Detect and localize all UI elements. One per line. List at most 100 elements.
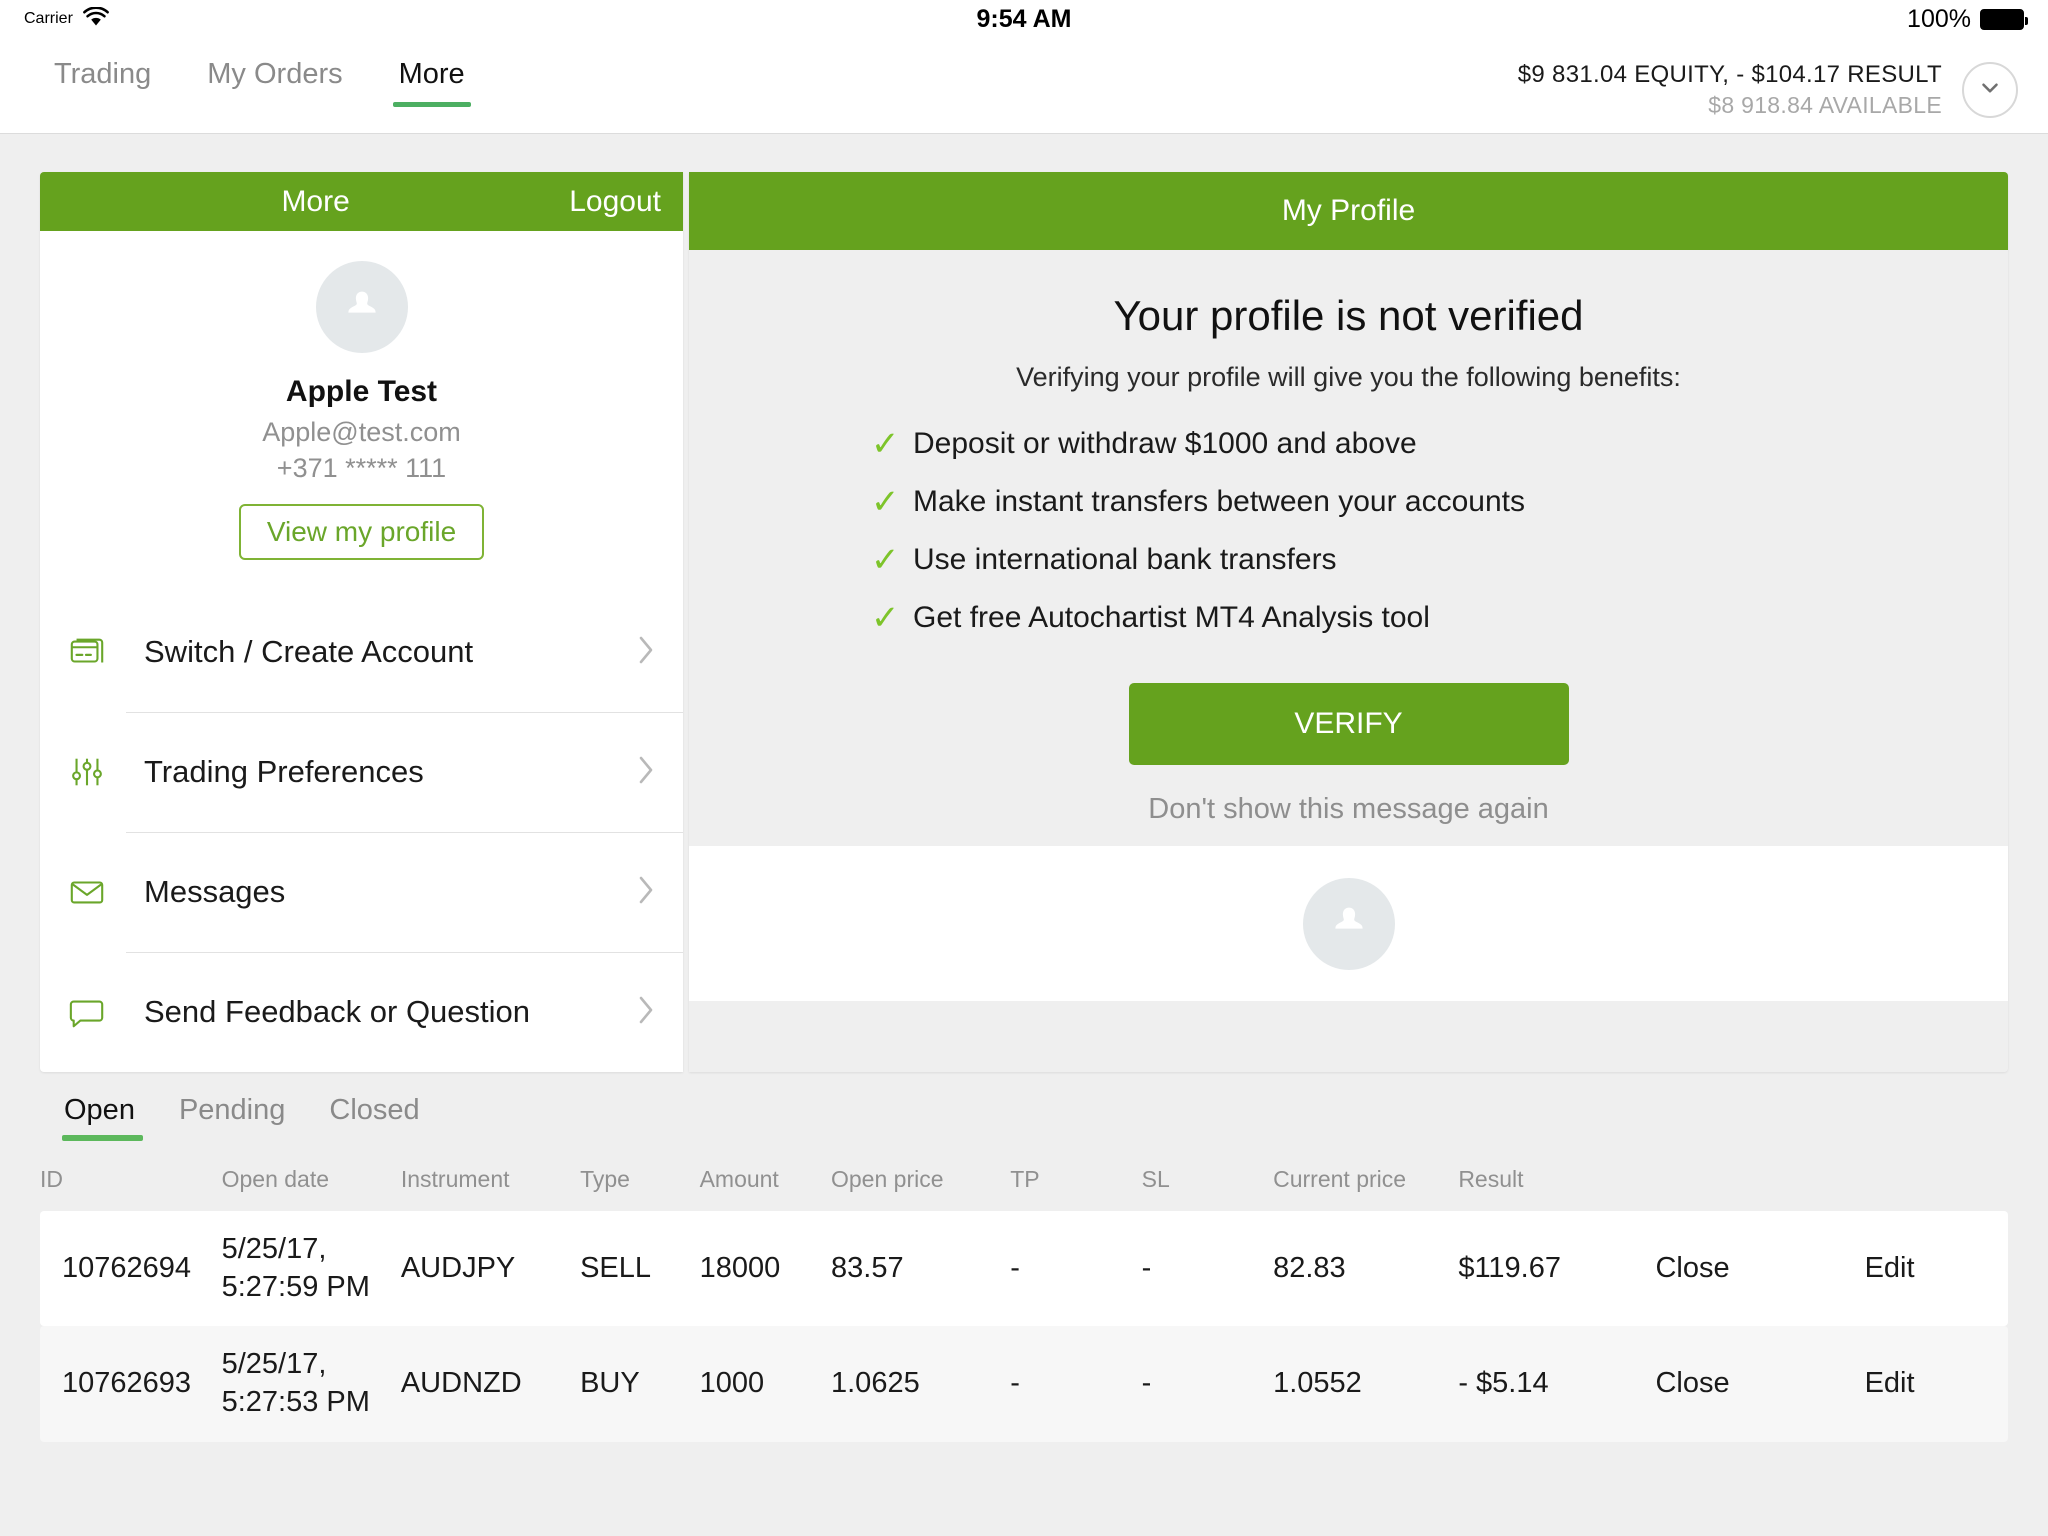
more-menu-panel: More Logout Apple Test Apple@test.com +3… — [40, 172, 683, 1072]
column-header-instrument: Instrument — [400, 1166, 510, 1193]
benefit-label: Deposit or withdraw $1000 and above — [913, 427, 1417, 460]
main-tab-list: Trading My Orders More — [26, 38, 493, 107]
cell-tp: - — [1010, 1210, 1142, 1327]
benefit-item: ✓ Deposit or withdraw $1000 and above — [871, 427, 2008, 461]
column-header-amount: Amount — [699, 1166, 779, 1193]
status-bar-left: Carrier — [24, 5, 109, 32]
close-order-button[interactable]: Close — [1655, 1326, 1865, 1442]
my-profile-header: My Profile — [689, 172, 2008, 250]
cell-result: - $5.14 — [1458, 1326, 1656, 1442]
profile-footer — [689, 846, 2008, 1001]
chevron-right-icon — [635, 873, 657, 912]
tab-my-orders[interactable]: My Orders — [179, 58, 370, 107]
ios-status-bar: Carrier 9:54 AM 100% — [0, 0, 2048, 38]
orders-table-head: ID Open date Instrument Type Amount Open… — [40, 1155, 2008, 1211]
more-panel-header: More Logout — [40, 172, 683, 231]
cell-open-date: 5/25/17, 5:27:53 PM — [221, 1326, 401, 1442]
benefits-list: ✓ Deposit or withdraw $1000 and above ✓ … — [689, 427, 2008, 659]
column-header-id: ID — [40, 1166, 63, 1193]
verification-subtitle: Verifying your profile will give you the… — [1016, 362, 1681, 392]
cell-type: BUY — [580, 1326, 700, 1442]
check-mark-icon: ✓ — [871, 599, 900, 637]
verify-action-area: VERIFY Don't show this message again — [689, 683, 2008, 826]
panels-row: More Logout Apple Test Apple@test.com +3… — [40, 172, 2008, 1072]
column-header-tp: TP — [1010, 1166, 1040, 1193]
profile-summary: Apple Test Apple@test.com +371 ***** 111… — [40, 231, 683, 578]
account-summary[interactable]: $9 831.04 EQUITY, - $104.17 RESULT $8 91… — [1518, 38, 2022, 120]
orders-table: ID Open date Instrument Type Amount Open… — [40, 1155, 2008, 1442]
menu-item-label: Switch / Create Account — [144, 634, 474, 669]
cell-result: $119.67 — [1458, 1210, 1656, 1327]
cell-id: 10762694 — [40, 1210, 222, 1327]
column-header-edit-action — [1865, 1155, 2008, 1211]
table-row[interactable]: 10762693 5/25/17, 5:27:53 PM AUDNZD BUY 1… — [40, 1326, 2008, 1442]
menu-item-label: Messages — [144, 874, 286, 909]
benefit-label: Get free Autochartist MT4 Analysis tool — [913, 601, 1430, 634]
check-mark-icon: ✓ — [871, 425, 900, 463]
orders-section: Open Pending Closed ID Open date Instrum… — [0, 1072, 2048, 1536]
my-profile-title: My Profile — [1281, 194, 1416, 227]
tab-closed-orders[interactable]: Closed — [307, 1094, 441, 1141]
account-available: $8 918.84 AVAILABLE — [1708, 91, 1942, 118]
orders-tab-list: Open Pending Closed — [40, 1094, 2008, 1141]
menu-item-trading-preferences[interactable]: Trading Preferences — [40, 712, 683, 832]
status-bar-right: 100% — [1907, 5, 2028, 34]
table-row[interactable]: 10762694 5/25/17, 5:27:59 PM AUDJPY SELL … — [40, 1210, 2008, 1327]
tab-trading[interactable]: Trading — [26, 58, 179, 107]
chevron-right-icon — [635, 753, 657, 792]
column-header-type: Type — [580, 1166, 630, 1193]
view-my-profile-button[interactable]: View my profile — [238, 504, 485, 560]
speech-bubble-icon — [68, 993, 126, 1031]
more-panel-title: More — [281, 184, 350, 218]
more-menu-list: Switch / Create Account Trading Preferen… — [40, 592, 683, 1072]
cell-amount: 18000 — [699, 1210, 831, 1327]
credit-card-icon — [68, 633, 126, 671]
cell-open-price: 83.57 — [831, 1210, 1011, 1327]
dont-show-again-link[interactable]: Don't show this message again — [689, 793, 2008, 826]
edit-order-button[interactable]: Edit — [1864, 1326, 2008, 1442]
menu-item-label: Trading Preferences — [144, 754, 424, 789]
cell-open-date: 5/25/17, 5:27:59 PM — [221, 1210, 401, 1327]
column-header-result: Result — [1458, 1166, 1524, 1193]
check-mark-icon: ✓ — [871, 541, 900, 579]
chevron-right-icon — [635, 993, 657, 1032]
cell-current-price: 1.0552 — [1273, 1326, 1459, 1442]
wifi-icon — [82, 5, 109, 32]
my-profile-panel: My Profile Your profile is not verified … — [689, 172, 2008, 1072]
avatar — [1302, 877, 1395, 970]
tab-open-orders[interactable]: Open — [50, 1094, 157, 1141]
envelope-icon — [68, 873, 126, 911]
tab-pending-orders[interactable]: Pending — [157, 1094, 307, 1141]
column-header-open-price: Open price — [831, 1166, 944, 1193]
orders-table-body: 10762694 5/25/17, 5:27:59 PM AUDJPY SELL … — [40, 1210, 2008, 1442]
benefit-item: ✓ Use international bank transfers — [871, 543, 2008, 577]
tab-more[interactable]: More — [371, 58, 493, 107]
account-equity-result: $9 831.04 EQUITY, - $104.17 RESULT — [1517, 61, 1942, 88]
top-navigation-bar: Trading My Orders More $9 831.04 EQUITY,… — [0, 38, 2048, 134]
verify-button[interactable]: VERIFY — [1128, 683, 1569, 765]
column-header-current-price: Current price — [1273, 1166, 1407, 1193]
battery-full-icon — [1980, 8, 2028, 30]
benefit-item: ✓ Get free Autochartist MT4 Analysis too… — [871, 601, 2008, 635]
cell-amount: 1000 — [699, 1326, 831, 1442]
verification-title: Your profile is not verified — [1113, 292, 1584, 339]
profile-email: Apple@test.com — [262, 417, 461, 447]
logout-button[interactable]: Logout — [569, 185, 661, 219]
status-bar-time: 9:54 AM — [976, 4, 1072, 33]
menu-item-label: Send Feedback or Question — [144, 994, 531, 1029]
cell-open-price: 1.0625 — [831, 1326, 1011, 1442]
cell-sl: - — [1141, 1326, 1274, 1442]
account-expand-button[interactable] — [1962, 62, 2018, 119]
my-profile-body: Your profile is not verified Verifying y… — [689, 250, 2008, 1072]
chevron-right-icon — [635, 633, 657, 672]
user-avatar-icon — [339, 282, 385, 333]
menu-item-send-feedback[interactable]: Send Feedback or Question — [40, 952, 683, 1072]
edit-order-button[interactable]: Edit — [1864, 1210, 2008, 1327]
user-avatar-icon — [1326, 898, 1372, 949]
cell-current-price: 82.83 — [1273, 1210, 1459, 1327]
benefit-item: ✓ Make instant transfers between your ac… — [871, 485, 2008, 519]
menu-item-messages[interactable]: Messages — [40, 832, 683, 952]
close-order-button[interactable]: Close — [1655, 1210, 1865, 1327]
benefit-label: Make instant transfers between your acco… — [913, 485, 1525, 518]
menu-item-switch-create-account[interactable]: Switch / Create Account — [40, 592, 683, 712]
